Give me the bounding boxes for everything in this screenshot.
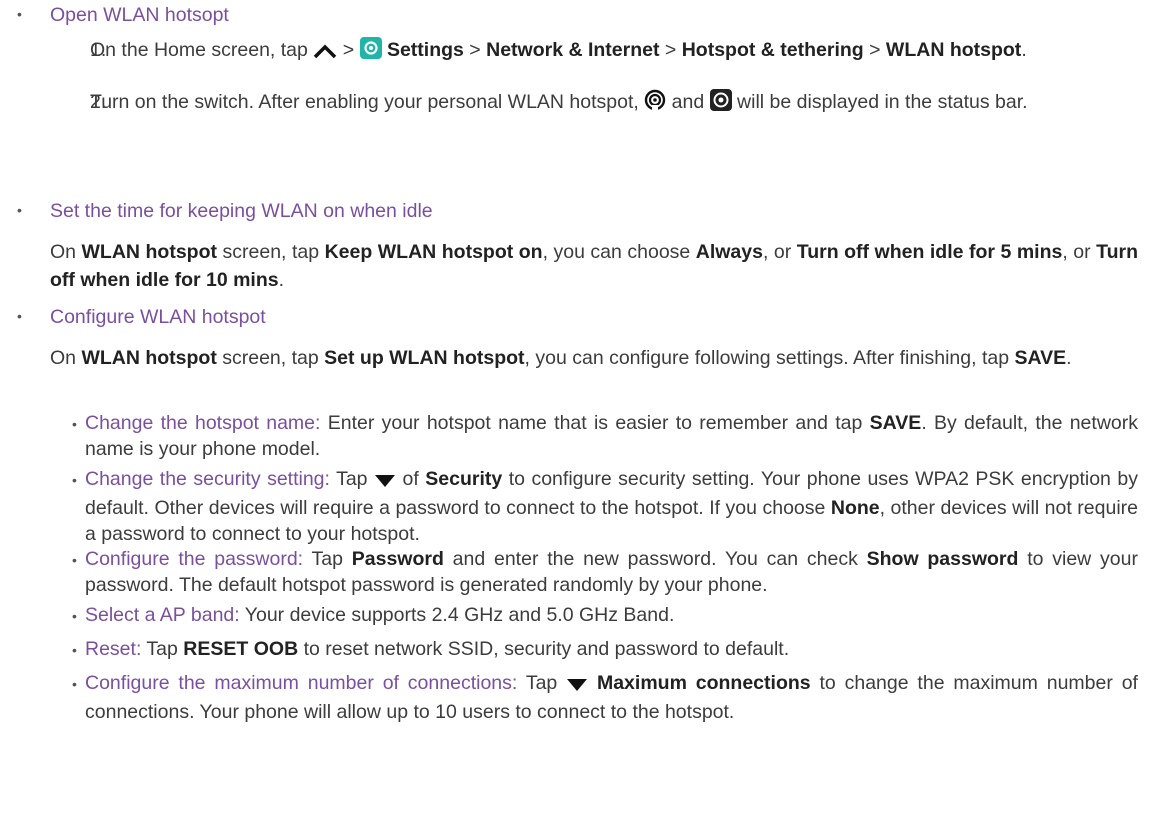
bullet: • (17, 308, 22, 324)
triangle-down-icon (566, 673, 588, 699)
bullet: • (72, 642, 77, 658)
list-item: Configure the password: Tap Password and… (85, 548, 1138, 596)
step-2: 2. Turn on the switch. After enabling yo… (50, 88, 1138, 119)
bullet: • (72, 676, 77, 692)
step-text: Turn on the switch. After enabling your … (90, 88, 1138, 119)
bullet: • (17, 202, 22, 218)
step-number: 1. (90, 39, 107, 61)
section-heading-keep-on: Set the time for keeping WLAN on when id… (50, 200, 433, 222)
step-number: 2. (90, 91, 107, 113)
paragraph: On WLAN hotspot screen, tap Keep WLAN ho… (50, 241, 1139, 291)
bullet: • (17, 6, 22, 22)
list-item: Select a AP band: Your device supports 2… (85, 604, 675, 626)
list-item: Change the security setting: Tap of Secu… (85, 468, 1138, 545)
settings-icon (359, 37, 382, 67)
hotspot-icon (644, 89, 666, 119)
target-icon (709, 89, 732, 119)
document: • Open WLAN hotsopt 1. On the Home scree… (0, 0, 1153, 831)
bullet: • (72, 552, 77, 568)
step-1: 1. On the Home screen, tap > Settings > … (50, 36, 1138, 67)
paragraph: On WLAN hotspot screen, tap Set up WLAN … (50, 347, 1072, 369)
triangle-down-icon (374, 469, 396, 495)
list-item: Configure the maximum number of connecti… (85, 672, 1138, 723)
bullet: • (72, 472, 77, 488)
chevron-up-icon (313, 39, 337, 67)
bullet: • (72, 416, 77, 432)
list-item: Reset: Tap RESET OOB to reset network SS… (85, 638, 790, 660)
section-heading-open-hotspot: Open WLAN hotsopt (50, 4, 229, 26)
section-heading-configure: Configure WLAN hotspot (50, 306, 266, 328)
step-text: On the Home screen, tap > Settings > Net… (90, 36, 1138, 67)
bullet: • (72, 608, 77, 624)
list-item: Change the hotspot name: Enter your hots… (85, 412, 1138, 460)
